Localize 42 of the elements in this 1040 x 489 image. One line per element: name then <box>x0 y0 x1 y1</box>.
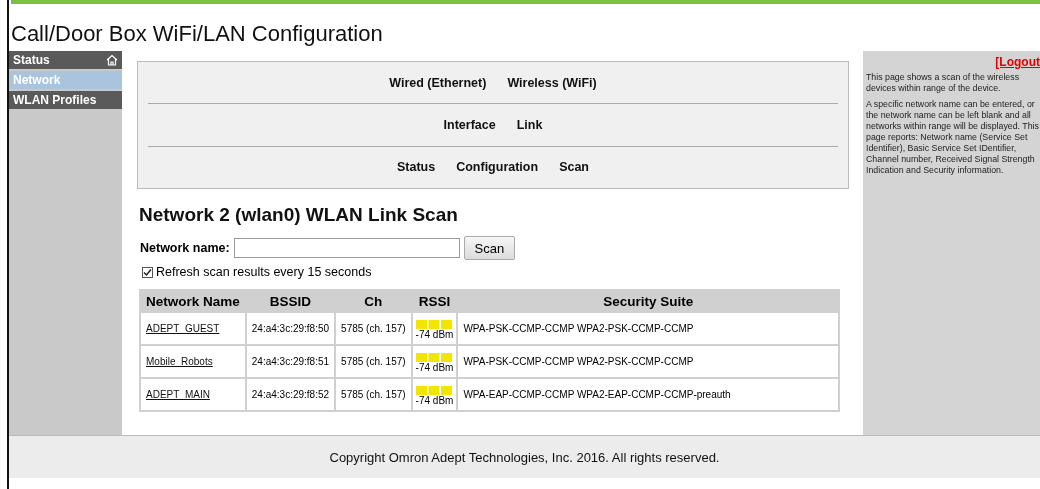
sidebar-item[interactable]: WLAN Profiles <box>9 91 122 109</box>
rssi-reading: -74 dBm <box>415 361 454 373</box>
nav-link[interactable]: Configuration <box>456 160 539 175</box>
nav-link[interactable]: Interface <box>443 118 496 132</box>
column-header: BSSID <box>268 292 313 311</box>
checkbox-label: Refresh scan results every 15 seconds <box>156 265 372 279</box>
column-header: Ch <box>363 292 384 311</box>
signal-icon <box>416 385 453 395</box>
page-title: Call/Door Box WiFi/LAN Configuration <box>10 20 384 48</box>
column-header: RSSI <box>417 292 452 311</box>
table-cell: 24:a4:3c:29:f8:50 <box>246 313 335 344</box>
help-text: This page shows a scan of the wireless devices within range of the device. <box>866 72 1021 94</box>
signal-icon <box>416 352 453 362</box>
column-header: Network Name <box>145 292 241 311</box>
table-cell: 5785 (ch. 157) <box>336 313 411 344</box>
table-cell: 5785 (ch. 157) <box>336 346 411 377</box>
scan-button[interactable]: Scan <box>463 236 516 260</box>
copyright-text: Copyright Omron Adept Technologies, Inc. 2016. All rights reserved. <box>329 449 720 465</box>
network-link[interactable]: Mobile_Robots <box>146 356 213 367</box>
rssi-reading: -74 dBm <box>415 394 454 406</box>
table-cell: 24:a4:3c:29:f8:51 <box>246 346 335 377</box>
nav-link[interactable]: Status <box>397 160 436 175</box>
field-label: Network name: <box>140 241 230 255</box>
section-heading: Network 2 (wlan0) WLAN Link Scan <box>139 204 459 226</box>
signal-icon <box>416 319 453 329</box>
nav-link[interactable]: Link <box>516 118 543 132</box>
network-name-field[interactable] <box>233 238 460 258</box>
network-link[interactable]: ADEPT_GUEST <box>146 323 220 334</box>
nav-link[interactable]: Scan <box>559 160 589 175</box>
help-text: A specific network name can be entered, or the network name can be left blank and all networks within range will be displayed. This page reports: Network name (Service Set Identifier), Basic Service Set IDentifier, Channel number, Received Signal Strength Indication and Security information. <box>866 99 1040 176</box>
table-cell: 5785 (ch. 157) <box>336 379 411 410</box>
table-cell: WPA-EAP-CCMP-CCMP WPA2-EAP-CCMP-CCMP-preauth <box>458 379 838 410</box>
sidebar-item[interactable]: Status <box>9 51 122 69</box>
nav-link[interactable]: Wired (Ethernet) <box>389 75 487 90</box>
table-cell: WPA-PSK-CCMP-CCMP WPA2-PSK-CCMP-CCMP <box>458 313 838 344</box>
nav-link[interactable]: Wireless (WiFi) <box>507 75 597 90</box>
network-link[interactable]: ADEPT_MAIN <box>146 389 210 400</box>
table-cell: 24:a4:3c:29:f8:52 <box>246 379 335 410</box>
column-header: Security Suite <box>602 292 695 311</box>
rssi-reading: -74 dBm <box>415 328 454 340</box>
refresh-checkbox[interactable] <box>142 266 153 278</box>
table-cell: WPA-PSK-CCMP-CCMP WPA2-PSK-CCMP-CCMP <box>458 346 838 377</box>
